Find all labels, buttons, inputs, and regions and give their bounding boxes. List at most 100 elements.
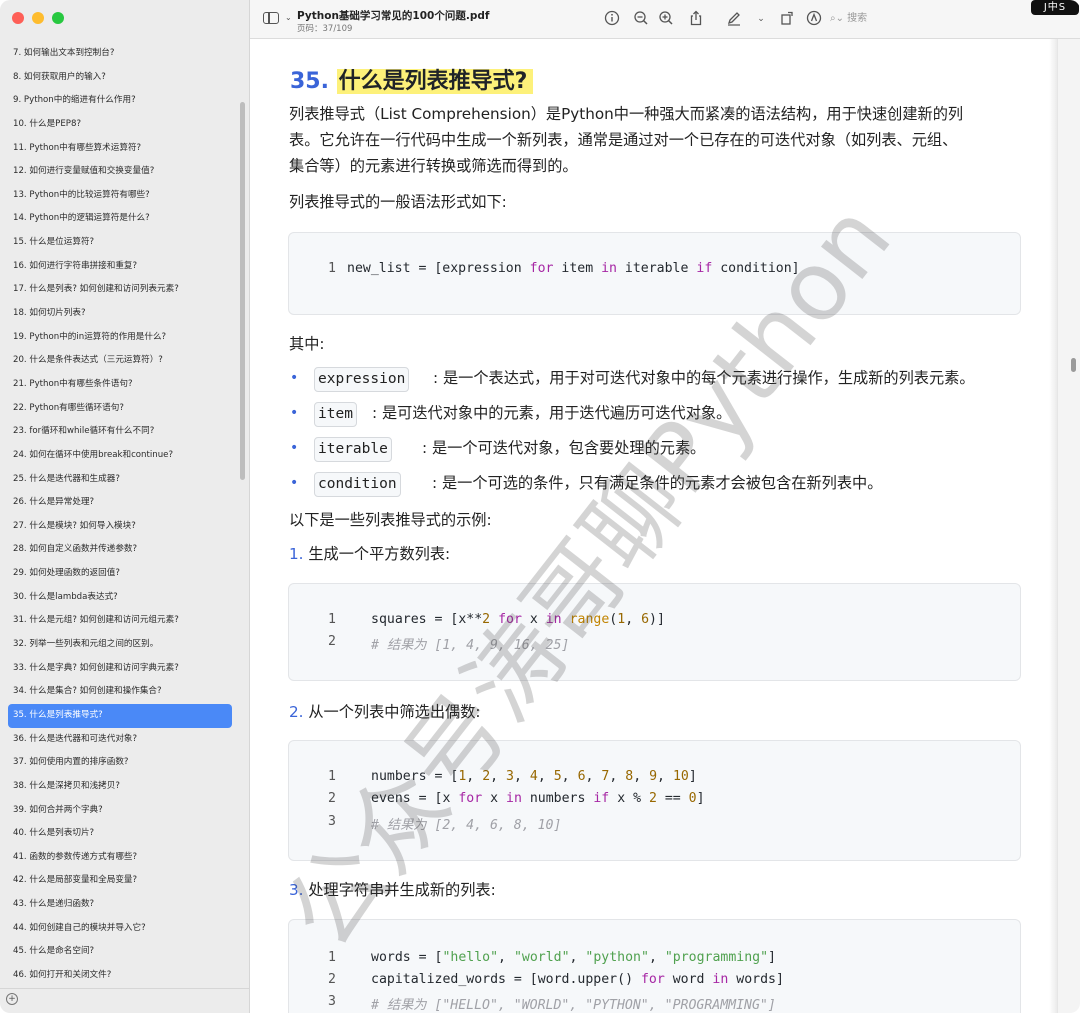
sidebar-toc-item[interactable]: 26. 什么是异常处理?	[8, 491, 232, 515]
sidebar-toc-item[interactable]: 41. 函数的参数传递方式有哪些?	[8, 846, 232, 870]
definition-text: : 是一个可选的条件，只有满足条件的元素才会被包含在新列表中。	[432, 474, 883, 492]
line-number: 1	[328, 612, 336, 627]
sidebar-toc-item[interactable]: 14. Python中的逻辑运算符是什么?	[8, 207, 232, 231]
close-button[interactable]	[12, 12, 24, 24]
code-line: new_list = [expression for item in itera…	[347, 261, 800, 276]
sidebar-toc-item[interactable]: 7. 如何输出文本到控制台?	[8, 42, 232, 66]
minimize-button[interactable]	[32, 12, 44, 24]
sidebar-toggle-icon[interactable]	[263, 12, 279, 24]
zoom-out-icon[interactable]	[632, 10, 650, 28]
document-title: Python基础学习常见的100个问题.pdf	[297, 10, 490, 22]
example-title: 处理字符串并生成新的列表:	[308, 881, 496, 899]
page-indicator: 页码：37/109	[297, 24, 353, 34]
sidebar-toc-item[interactable]: 19. Python中的in运算符的作用是什么?	[8, 326, 232, 350]
sidebar-toc-item[interactable]: 38. 什么是深拷贝和浅拷贝?	[8, 775, 232, 799]
list-number: 2.	[289, 703, 304, 721]
syntax-intro: 列表推导式的一般语法形式如下:	[289, 193, 507, 211]
markup-pen-icon[interactable]	[725, 10, 743, 28]
example-1-heading: 1. 生成一个平方数列表:	[289, 541, 1019, 567]
sidebar-toc-item[interactable]: 15. 什么是位运算符?	[8, 231, 232, 255]
code-block-example-2: 1 numbers = [1, 2, 3, 4, 5, 6, 7, 8, 9, …	[288, 740, 1021, 861]
example-2-heading: 2. 从一个列表中筛选出偶数:	[289, 699, 1019, 725]
sidebar-toc-item[interactable]: 11. Python中有哪些算术运算符?	[8, 137, 232, 161]
content-scrollbar[interactable]	[1071, 358, 1076, 372]
definition-list: • expression : 是一个表达式，用于对可迭代对象中的每个元素进行操作，生…	[288, 361, 1028, 501]
definition-item: • condition : 是一个可选的条件，只有满足条件的元素才会被包含在新列表中…	[288, 466, 1028, 501]
sidebar-toc-item[interactable]: 33. 什么是字典? 如何创建和访问字典元素?	[8, 657, 232, 681]
sidebar-toc-item[interactable]: 32. 列举一些列表和元组之间的区别。	[8, 633, 232, 657]
intro-line: 列表推导式（List Comprehension）是Python中一种强大而紧凑…	[289, 105, 964, 123]
chevron-down-icon[interactable]: ⌄	[285, 13, 292, 22]
sidebar-toc-item[interactable]: 10. 什么是PEP8?	[8, 113, 232, 137]
sidebar-toc-item[interactable]: 28. 如何自定义函数并传递参数?	[8, 538, 232, 562]
sidebar-toc-item[interactable]: 9. Python中的缩进有什么作用?	[8, 89, 232, 113]
example-title: 生成一个平方数列表:	[308, 545, 451, 563]
info-icon[interactable]	[603, 10, 621, 28]
sidebar-toc-item[interactable]: 45. 什么是命名空间?	[8, 940, 232, 964]
sidebar-toc-item[interactable]: 12. 如何进行变量赋值和交换变量值?	[8, 160, 232, 184]
sidebar-toc-item[interactable]: 39. 如何合并两个字典?	[8, 799, 232, 823]
rotate-icon[interactable]	[778, 10, 796, 28]
sidebar: 7. 如何输出文本到控制台? 8. 如何获取用户的输入? 9. Python中的缩进…	[0, 0, 250, 1013]
sidebar-toc-item[interactable]: 29. 如何处理函数的返回值?	[8, 562, 232, 586]
inline-code: condition	[314, 472, 401, 497]
code-line: squares = [x**2 for x in range(1, 6)]	[371, 612, 665, 627]
definition-text: : 是可迭代对象中的元素，用于迭代遍历可迭代对象。	[372, 404, 732, 422]
list-number: 1.	[289, 545, 304, 563]
sidebar-toc-item[interactable]: 8. 如何获取用户的输入?	[8, 66, 232, 90]
line-number: 1	[328, 769, 336, 784]
intro-paragraph: 列表推导式（List Comprehension）是Python中一种强大而紧凑…	[289, 101, 1019, 179]
sidebar-toc-item[interactable]: 18. 如何切片列表?	[8, 302, 232, 326]
sidebar-toc-item[interactable]: 30. 什么是lambda表达式?	[8, 586, 232, 610]
sidebar-toc-item[interactable]: 13. Python中的比较运算符有哪些?	[8, 184, 232, 208]
sidebar-toc-item[interactable]: 42. 什么是局部变量和全局变量?	[8, 869, 232, 893]
annotate-icon[interactable]	[805, 10, 823, 28]
sidebar-toc-item[interactable]: 17. 什么是列表? 如何创建和访问列表元素?	[8, 278, 232, 302]
inline-code: expression	[314, 367, 410, 392]
bullet-icon: •	[290, 370, 299, 386]
sidebar-toc-item[interactable]: 20. 什么是条件表达式（三元运算符）?	[8, 349, 232, 373]
sidebar-toc-item[interactable]: 40. 什么是列表切片?	[8, 822, 232, 846]
bullet-icon: •	[290, 475, 299, 491]
sidebar-toc-item[interactable]: 22. Python有哪些循环语句?	[8, 397, 232, 421]
sidebar-toc-item[interactable]: 23. for循环和while循环有什么不同?	[8, 420, 232, 444]
example-3-heading: 3. 处理字符串并生成新的列表:	[289, 877, 1019, 903]
line-number: 2	[328, 634, 336, 649]
sidebar-toc-item[interactable]: 46. 如何打开和关闭文件?	[8, 964, 232, 988]
list-number: 3.	[289, 881, 304, 899]
sidebar-toc-item[interactable]: 25. 什么是迭代器和生成器?	[8, 468, 232, 492]
sidebar-toc-item[interactable]: 36. 什么是迭代器和可迭代对象?	[8, 728, 232, 752]
search-placeholder: 搜索	[847, 13, 868, 24]
example-title: 从一个列表中筛选出偶数:	[308, 703, 481, 721]
sidebar-toc-item[interactable]: 44. 如何创建自己的模块并导入它?	[8, 917, 232, 941]
sidebar-toc-item[interactable]: 27. 什么是模块? 如何导入模块?	[8, 515, 232, 539]
sidebar-toc-item[interactable]: 24. 如何在循环中使用break和continue?	[8, 444, 232, 468]
share-icon[interactable]	[687, 10, 705, 28]
toolbar: ⌄ Python基础学习常见的100个问题.pdf 页码：37/109 ⌄ ⌕⌄…	[250, 0, 1080, 39]
definition-text: : 是一个表达式，用于对可迭代对象中的每个元素进行操作，生成新的列表元素。	[433, 369, 975, 387]
sidebar-toc-item[interactable]: 16. 如何进行字符串拼接和重复?	[8, 255, 232, 279]
chevron-down-icon[interactable]: ⌄	[752, 10, 770, 28]
examples-intro: 以下是一些列表推导式的示例:	[289, 511, 492, 529]
sidebar-toc-item[interactable]: 35. 什么是列表推导式?	[8, 703, 232, 728]
heading-number: 35.	[290, 69, 329, 94]
sidebar-toc-item[interactable]: 31. 什么是元组? 如何创建和访问元组元素?	[8, 609, 232, 633]
sidebar-toc-item[interactable]: 37. 如何使用内置的排序函数?	[8, 751, 232, 775]
add-icon[interactable]: +	[6, 993, 18, 1005]
search-field[interactable]: ⌕⌄ 搜索	[830, 10, 1030, 28]
definition-item: • expression : 是一个表达式，用于对可迭代对象中的每个元素进行操作，生…	[288, 361, 1028, 396]
sidebar-toc-item[interactable]: 21. Python中有哪些条件语句?	[8, 373, 232, 397]
sidebar-toc-item[interactable]: 34. 什么是集合? 如何创建和操作集合?	[8, 680, 232, 704]
zoom-button[interactable]	[52, 12, 64, 24]
inline-code: item	[314, 402, 357, 427]
code-line: capitalized_words = [word.upper() for wo…	[371, 972, 784, 987]
code-comment: # 结果为 [1, 4, 9, 16, 25]	[371, 638, 570, 653]
zoom-in-icon[interactable]	[657, 10, 675, 28]
extension-badge[interactable]: J中S	[1031, 0, 1079, 15]
code-block-example-1: 1 squares = [x**2 for x in range(1, 6)] …	[288, 583, 1021, 681]
sidebar-toc-item[interactable]: 43. 什么是递归函数?	[8, 893, 232, 917]
sidebar-scrollbar[interactable]	[240, 102, 245, 480]
line-number: 1	[328, 261, 336, 276]
search-icon: ⌕⌄	[830, 13, 844, 24]
section-heading: 35. 什么是列表推导式?	[290, 63, 534, 95]
